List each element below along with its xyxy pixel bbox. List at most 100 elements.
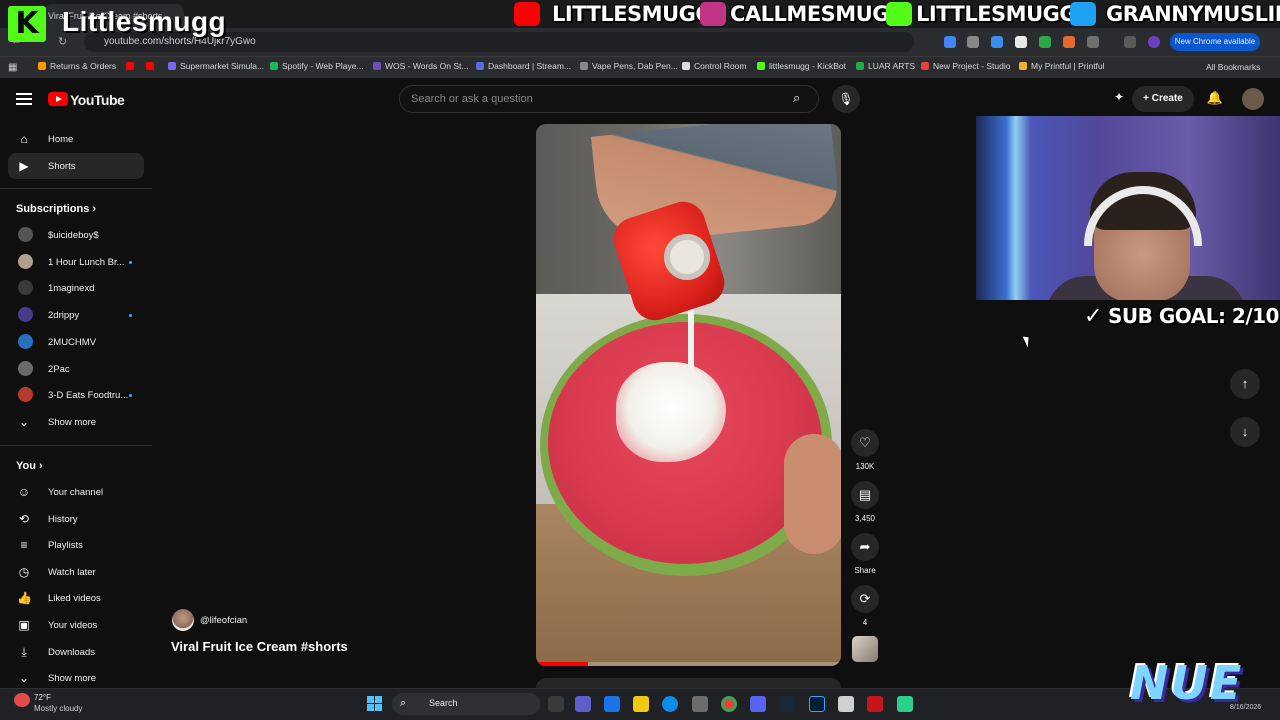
- tab-search-icon[interactable]: [1124, 36, 1136, 48]
- you-heading[interactable]: You ›: [16, 460, 43, 472]
- next-short-preview[interactable]: [536, 678, 841, 688]
- sidebar-item-your-channel[interactable]: ☺ Your channel: [8, 479, 144, 505]
- bookmark-item[interactable]: New Project - Studio: [921, 61, 1010, 71]
- remix-button[interactable]: ⟳: [851, 585, 879, 613]
- instagram-icon: [700, 2, 726, 26]
- sidebar-item-history[interactable]: ⟲ History: [8, 506, 144, 532]
- bookmark-favicon-icon: [38, 62, 46, 70]
- bookmark-item[interactable]: Spotify - Web Playe...: [270, 61, 364, 71]
- creator-avatar[interactable]: [172, 609, 194, 631]
- next-short-button[interactable]: ↓: [1230, 417, 1260, 447]
- chevron-right-icon: ›: [39, 460, 43, 472]
- account-avatar[interactable]: [1242, 88, 1264, 110]
- notifications-icon[interactable]: 🔔: [1206, 90, 1224, 108]
- bookmark-item[interactable]: Dashboard | Stream...: [476, 61, 571, 71]
- sidebar-item-your-videos[interactable]: ▣ Your videos: [8, 612, 144, 638]
- previous-short-button[interactable]: ↑: [1230, 369, 1260, 399]
- sidebar-item-label: Your channel: [48, 487, 104, 498]
- search-input[interactable]: Search or ask a question: [399, 85, 819, 113]
- apps-icon[interactable]: ▦: [8, 62, 17, 73]
- sidebar-item-playlists[interactable]: ≡ Playlists: [8, 532, 144, 558]
- chevron-down-icon: ⌄: [18, 415, 30, 429]
- youtube-logo-icon[interactable]: [48, 92, 68, 106]
- extension-icon[interactable]: [944, 36, 956, 48]
- copilot-icon[interactable]: [604, 696, 620, 712]
- profile-icon[interactable]: [1148, 36, 1160, 48]
- sidebar-item-liked-videos[interactable]: 👍 Liked videos: [8, 585, 144, 611]
- sidebar-item-home[interactable]: ⌂ Home: [8, 126, 144, 152]
- sidebar-item-shorts[interactable]: ▶ Shorts: [8, 153, 144, 179]
- comment-button[interactable]: ▤: [851, 481, 879, 509]
- bookmark-favicon-icon: [146, 62, 154, 70]
- bookmark-item[interactable]: Returns & Orders: [38, 61, 116, 71]
- bookmark-label: Spotify - Web Playe...: [282, 61, 364, 71]
- show-more-subscriptions[interactable]: ⌄ Show more: [8, 409, 144, 435]
- subscription-item[interactable]: 2MUCHMV: [8, 329, 144, 355]
- channel-avatar: [18, 227, 33, 242]
- comment-icon: ▤: [858, 487, 872, 502]
- subscription-item[interactable]: 2Pac: [8, 356, 144, 382]
- sidebar-item-downloads[interactable]: ⤓ Downloads: [8, 639, 144, 665]
- edge-icon[interactable]: [662, 696, 678, 712]
- chrome-icon[interactable]: [721, 696, 737, 712]
- extension-icon[interactable]: [1015, 36, 1027, 48]
- task-view-icon[interactable]: [548, 696, 564, 712]
- channel-avatar: [18, 280, 33, 296]
- subscription-item[interactable]: 1 Hour Lunch Br...: [8, 249, 144, 275]
- bookmark-item[interactable]: littlesmugg - KickBot: [757, 61, 846, 71]
- bookmark-label: littlesmugg - KickBot: [769, 61, 846, 71]
- acrobat-icon[interactable]: [867, 696, 883, 712]
- subscription-item[interactable]: 2drippy: [8, 302, 144, 328]
- bookmark-item[interactable]: My Printful | Printful: [1019, 61, 1105, 71]
- weather-temp[interactable]: 72°F: [34, 693, 51, 702]
- weather-status[interactable]: Mostly cloudy: [34, 704, 82, 713]
- teams-icon[interactable]: [575, 696, 591, 712]
- notepad-icon[interactable]: [838, 696, 854, 712]
- windows-start-icon[interactable]: [367, 696, 383, 712]
- subscriptions-heading[interactable]: Subscriptions ›: [16, 203, 96, 215]
- arrow-down-icon: ↓: [1241, 424, 1249, 439]
- bookmark-item[interactable]: Vape Pens, Dab Pen...: [580, 61, 678, 71]
- sidebar-item-watch-later[interactable]: ◷ Watch later: [8, 559, 144, 585]
- new-chrome-button[interactable]: New Chrome available: [1170, 33, 1260, 51]
- mic-icon[interactable]: 🎙: [832, 85, 860, 113]
- like-button[interactable]: ♡: [851, 429, 879, 457]
- youtube-logo-text[interactable]: YouTube: [70, 92, 125, 108]
- kick-icon: [886, 2, 912, 26]
- puzzle-icon[interactable]: [1087, 36, 1099, 48]
- photoshop-icon[interactable]: [809, 696, 825, 712]
- bookmark-item[interactable]: Supermarket Simula...: [168, 61, 264, 71]
- bookmark-favicon-icon: [856, 62, 864, 70]
- extension-icon[interactable]: [967, 36, 979, 48]
- weather-icon[interactable]: [14, 693, 30, 707]
- extension-icon[interactable]: [1063, 36, 1075, 48]
- subscription-item[interactable]: 3-D Eats Foodtru...: [8, 382, 144, 408]
- menu-icon[interactable]: [16, 93, 32, 105]
- search-icon[interactable]: ⌕: [793, 90, 800, 106]
- file-explorer-icon[interactable]: [633, 696, 649, 712]
- taskbar-search[interactable]: Search: [392, 693, 540, 715]
- extension-icon[interactable]: [1039, 36, 1051, 48]
- sound-thumbnail[interactable]: [852, 636, 878, 662]
- store-icon[interactable]: [692, 696, 708, 712]
- creator-handle[interactable]: @lifeofcian: [200, 615, 247, 626]
- all-bookmarks[interactable]: All Bookmarks: [1206, 62, 1260, 72]
- bookmark-item[interactable]: [126, 61, 138, 71]
- steam-icon[interactable]: [779, 696, 795, 712]
- cast-icon[interactable]: ✦: [1110, 90, 1128, 108]
- bookmark-item[interactable]: [146, 61, 158, 71]
- bookmark-item[interactable]: WOS - Words On St...: [373, 61, 468, 71]
- create-button[interactable]: + Create: [1132, 86, 1194, 112]
- sidebar-item-label: Your videos: [48, 620, 98, 631]
- streamlabs-icon[interactable]: [897, 696, 913, 712]
- sub-goal: SUB GOAL: 2/10: [1108, 304, 1279, 328]
- share-button[interactable]: ➦: [851, 533, 879, 561]
- bookmark-item[interactable]: LUAR ARTS: [856, 61, 915, 71]
- channel-avatar: [18, 333, 33, 349]
- subscription-item[interactable]: 1maginexd: [8, 275, 144, 301]
- subscription-item[interactable]: $uicideboy$: [8, 222, 144, 248]
- short-video-player[interactable]: [536, 124, 841, 666]
- discord-icon[interactable]: [750, 696, 766, 712]
- extension-icon[interactable]: [991, 36, 1003, 48]
- bookmark-item[interactable]: Control Room: [682, 61, 746, 71]
